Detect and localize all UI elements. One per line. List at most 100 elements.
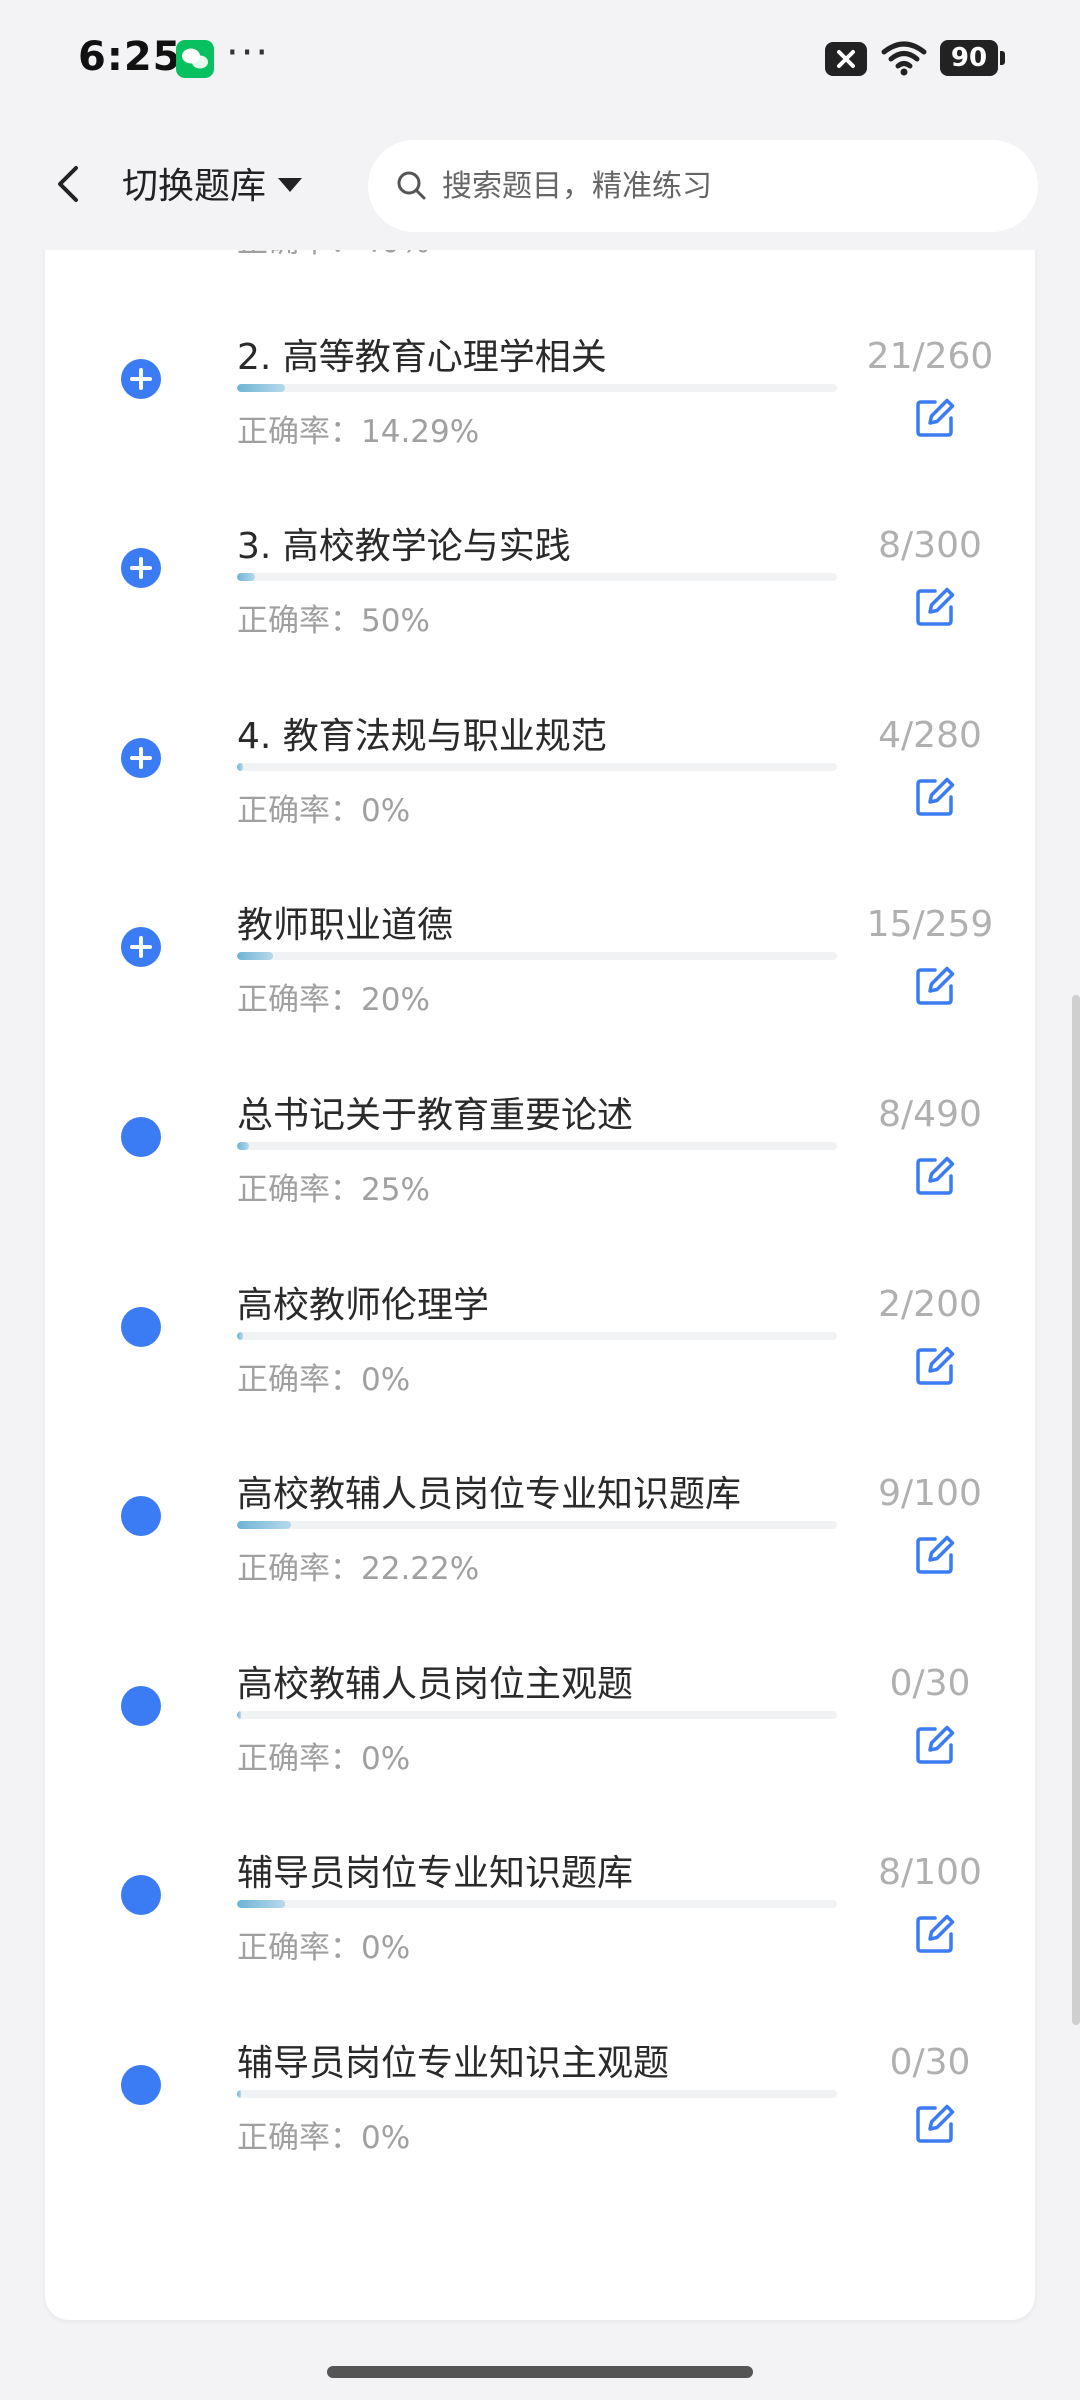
progress-bar [237, 1710, 837, 1719]
progress-count: 15/259 [866, 904, 994, 946]
row-title: 4. 教育法规与职业规范 [237, 715, 607, 757]
list-item[interactable]: 2. 高等教育心理学相关正确率：14.29% 21/260 [45, 292, 1035, 482]
list-item[interactable]: 辅导员岗位专业知识主观题 正确率：0% 0/30 [45, 1998, 1035, 2188]
home-indicator[interactable] [327, 2366, 753, 2378]
progress-fill [237, 1521, 291, 1530]
progress-bar [237, 2090, 837, 2098]
edit-practice-button[interactable] [913, 775, 957, 819]
row-title: 教师职业道德 [237, 905, 454, 947]
accuracy-text: 正确率：22.22% [237, 1551, 480, 1588]
accuracy-text: 正确率：14.29% [237, 413, 480, 450]
row-title: 高校教辅人员岗位专业知识题库 [237, 1474, 742, 1516]
edit-practice-button[interactable] [913, 1344, 957, 1388]
edit-practice-button[interactable] [913, 1533, 957, 1577]
dot-icon [121, 1875, 161, 1916]
back-button[interactable] [40, 154, 100, 214]
search-icon [397, 171, 426, 200]
progress-bar [237, 762, 837, 771]
progress-fill [237, 762, 243, 771]
edit-icon [916, 967, 955, 1006]
progress-count: 9/100 [878, 1473, 982, 1515]
progress-fill [237, 383, 285, 392]
row-title: 高校教辅人员岗位主观题 [237, 1663, 634, 1705]
search-bar[interactable] [368, 140, 1038, 232]
plus-circle-icon[interactable] [121, 358, 161, 399]
edit-practice-button[interactable] [913, 964, 957, 1008]
edit-icon [916, 1156, 955, 1195]
edit-icon [916, 2104, 955, 2143]
edit-icon [916, 1725, 955, 1764]
dot-icon [121, 2065, 161, 2105]
edit-practice-button[interactable] [913, 1154, 957, 1198]
row-title: 2. 高等教育心理学相关 [237, 336, 607, 378]
edit-icon [916, 1346, 955, 1385]
progress-bar [237, 1142, 837, 1150]
dot-icon [121, 1496, 161, 1537]
no-sim-icon [825, 42, 867, 76]
status-time: 6:25 [78, 34, 182, 80]
plus-circle-icon[interactable] [121, 927, 161, 968]
progress-fill [237, 2090, 241, 2098]
progress-bar [237, 1521, 837, 1530]
switch-question-bank-label: 切换题库 [122, 166, 267, 207]
progress-bar [237, 1331, 837, 1340]
edit-practice-button[interactable] [913, 585, 957, 629]
progress-fill [237, 1142, 249, 1150]
wifi-icon [880, 38, 928, 78]
plus-circle-icon[interactable] [121, 737, 161, 778]
edit-practice-button[interactable] [913, 2102, 957, 2146]
accuracy-text: 正确率：0% [237, 1740, 411, 1777]
switch-question-bank-dropdown[interactable]: 切换题库 [122, 158, 303, 208]
list-item[interactable]: 高校教辅人员岗位专业知识题库正确率：22.22% 9/100 [45, 1429, 1035, 1619]
progress-count: 8/490 [878, 1094, 982, 1135]
scrollbar[interactable] [1072, 995, 1080, 2025]
edit-icon [916, 777, 955, 816]
edit-icon [916, 1535, 955, 1574]
edit-practice-button[interactable] [913, 1723, 957, 1767]
list-item[interactable]: 高校教辅人员岗位主观题正确率：0% 0/30 [45, 1619, 1035, 1809]
progress-bar [237, 952, 837, 961]
list-item[interactable]: 3. 高校教学论与实践正确率：50% 8/300 [45, 481, 1035, 671]
row-title: 3. 高校教学论与实践 [237, 526, 571, 568]
list-item[interactable]: 高校教师伦理学正确率：0% 2/200 [45, 1240, 1035, 1430]
row-title: 总书记关于教育重要论述 [237, 1095, 634, 1136]
top-header: 切换题库 [0, 120, 1080, 250]
search-input[interactable] [440, 167, 1004, 205]
more-notifications-icon: ··· [226, 30, 271, 76]
progress-count: 4/280 [878, 714, 982, 756]
progress-count: 8/100 [878, 1852, 982, 1894]
battery-indicator: 90 [940, 40, 1005, 76]
edit-icon [916, 398, 955, 437]
progress-bar [237, 383, 837, 392]
accuracy-text: 正确率：20% [237, 982, 430, 1019]
list-item[interactable]: 教师职业道德正确率：20% 15/259 [45, 860, 1035, 1050]
edit-practice-button[interactable] [913, 1912, 957, 1956]
row-title: 辅导员岗位专业知识主观题 [237, 2043, 670, 2084]
question-bank-list: 1. 高等教育学基础理论正确率：40%15/3002. 高等教育心理学相关正确率… [45, 160, 1035, 2320]
accuracy-text: 正确率：50% [237, 603, 430, 640]
accuracy-text: 正确率：0% [237, 792, 411, 829]
progress-count: 21/260 [866, 335, 994, 377]
accuracy-text: 正确率：25% [237, 1172, 430, 1208]
list-item[interactable]: 辅导员岗位专业知识题库正确率：0% 8/100 [45, 1808, 1035, 1998]
list-item[interactable]: 总书记关于教育重要论述正确率：25% 8/490 [45, 1050, 1035, 1240]
edit-icon [916, 587, 955, 626]
edit-practice-button[interactable] [913, 396, 957, 440]
accuracy-text: 正确率：0% [237, 2120, 411, 2156]
caret-down-icon [278, 178, 303, 192]
plus-circle-icon[interactable] [121, 548, 161, 589]
progress-fill [237, 952, 273, 961]
progress-fill [237, 1331, 243, 1340]
row-title: 高校教师伦理学 [237, 1284, 490, 1326]
accuracy-text: 正确率：0% [237, 1930, 411, 1967]
progress-count: 8/300 [878, 525, 982, 567]
progress-count: 2/200 [878, 1283, 982, 1325]
list-item[interactable]: 4. 教育法规与职业规范正确率：0% 4/280 [45, 671, 1035, 861]
row-title: 辅导员岗位专业知识题库 [237, 1853, 634, 1895]
progress-fill [237, 573, 255, 582]
progress-bar [237, 573, 837, 582]
chevron-left-icon [58, 166, 78, 202]
progress-count: 0/30 [889, 1662, 971, 1704]
dot-icon [121, 1685, 161, 1726]
accuracy-text: 正确率：0% [237, 1361, 411, 1398]
